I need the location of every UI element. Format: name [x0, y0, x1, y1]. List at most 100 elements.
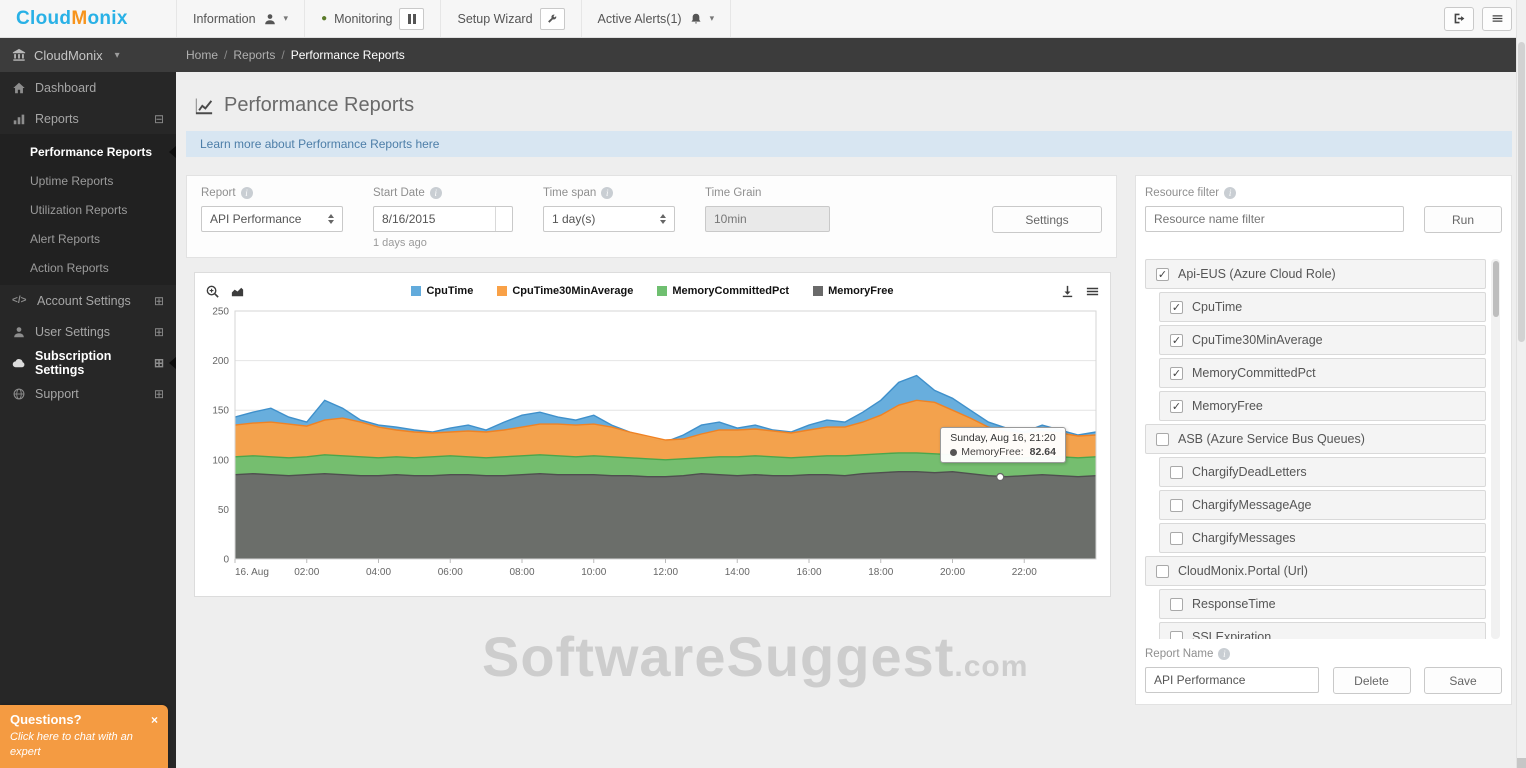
resource-label: MemoryCommittedPct — [1192, 366, 1316, 380]
brand-logo[interactable]: CloudMonix — [0, 0, 176, 38]
checkbox[interactable] — [1170, 301, 1183, 314]
sidebar-item-label: Uptime Reports — [30, 174, 113, 188]
delete-button[interactable]: Delete — [1333, 667, 1411, 694]
breadcrumb-home[interactable]: Home — [186, 48, 218, 62]
resource-row[interactable]: ChargifyMessages — [1159, 523, 1486, 553]
sidebar-item-action-reports[interactable]: Action Reports — [0, 253, 176, 282]
chat-body-text[interactable]: Click here to chat with an expert — [10, 730, 158, 759]
chart-legend: CpuTime CpuTime30MinAverage MemoryCommit… — [245, 285, 1060, 297]
start-date-input[interactable] — [373, 206, 513, 232]
breadcrumb-reports[interactable]: Reports — [233, 48, 275, 62]
svg-text:22:00: 22:00 — [1012, 567, 1037, 578]
sidebar-item-label: Performance Reports — [30, 145, 152, 159]
svg-text:10:00: 10:00 — [581, 567, 606, 578]
time-span-select[interactable]: 1 day(s) — [543, 206, 675, 232]
resource-row[interactable]: ASB (Azure Service Bus Queues) — [1145, 424, 1486, 454]
checkbox[interactable] — [1170, 466, 1183, 479]
sidebar-item-label: Alert Reports — [30, 232, 100, 246]
wizard-button[interactable] — [540, 8, 565, 30]
save-button[interactable]: Save — [1424, 667, 1502, 694]
main-column: Information ▾ ● Monitoring Setup Wizard … — [176, 0, 1526, 768]
bar-chart-icon — [12, 112, 26, 126]
checkbox[interactable] — [1170, 400, 1183, 413]
zoom-icon[interactable] — [205, 284, 220, 299]
expand-icon[interactable]: ⊞ — [154, 294, 164, 308]
menu-information[interactable]: Information ▾ — [176, 0, 305, 37]
resource-row[interactable]: CloudMonix.Portal (Url) — [1145, 556, 1486, 586]
checkbox[interactable] — [1170, 532, 1183, 545]
list-scrollbar-thumb[interactable] — [1493, 261, 1499, 317]
chart-body[interactable]: 05010015020025016. Aug02:0004:0006:0008:… — [201, 303, 1104, 590]
checkbox[interactable] — [1156, 565, 1169, 578]
time-grain-label: Time Grain — [705, 186, 830, 200]
sidebar-item-alert-reports[interactable]: Alert Reports — [0, 224, 176, 253]
menu-setup-wizard[interactable]: Setup Wizard — [441, 0, 581, 37]
checkbox[interactable] — [1156, 433, 1169, 446]
time-grain-input — [705, 206, 830, 232]
page-scrollbar[interactable] — [1516, 0, 1526, 768]
sidebar-item-account-settings[interactable]: </> Account Settings ⊞ — [0, 285, 176, 316]
sidebar-item-utilization-reports[interactable]: Utilization Reports — [0, 195, 176, 224]
page-scrollbar-thumb[interactable] — [1518, 42, 1525, 342]
resource-row[interactable]: CpuTime30MinAverage — [1159, 325, 1486, 355]
checkbox[interactable] — [1170, 334, 1183, 347]
workspace-selector[interactable]: CloudMonix ▾ — [0, 38, 176, 72]
resource-row[interactable]: ChargifyDeadLetters — [1159, 457, 1486, 487]
chat-widget[interactable]: Questions? × Click here to chat with an … — [0, 705, 168, 768]
resource-row[interactable]: Api-EUS (Azure Cloud Role) — [1145, 259, 1486, 289]
sidebar-item-reports[interactable]: Reports ⊟ — [0, 103, 176, 134]
run-button[interactable]: Run — [1424, 206, 1502, 233]
resource-label: ChargifyMessages — [1192, 531, 1296, 545]
legend-item-memoryfree[interactable]: MemoryFree — [813, 285, 893, 297]
resource-filter-input[interactable] — [1145, 206, 1404, 232]
chart-menu-icon[interactable] — [1085, 284, 1100, 299]
report-select-value: API Performance — [210, 212, 301, 226]
report-name-input[interactable] — [1145, 667, 1319, 693]
info-banner[interactable]: Learn more about Performance Reports her… — [186, 131, 1512, 157]
breadcrumb-current: Performance Reports — [291, 48, 405, 62]
checkbox[interactable] — [1170, 499, 1183, 512]
resource-row[interactable]: MemoryCommittedPct — [1159, 358, 1486, 388]
settings-button[interactable]: Settings — [992, 206, 1102, 233]
menu-active-alerts[interactable]: Active Alerts(1) ▾ — [582, 0, 732, 37]
svg-text:02:00: 02:00 — [294, 567, 319, 578]
topbar: Information ▾ ● Monitoring Setup Wizard … — [176, 0, 1526, 38]
info-icon: i — [601, 187, 613, 199]
expand-icon[interactable]: ⊞ — [154, 356, 164, 370]
checkbox[interactable] — [1170, 367, 1183, 380]
menu-monitoring[interactable]: ● Monitoring — [305, 0, 441, 37]
resource-row[interactable]: ResponseTime — [1159, 589, 1486, 619]
legend-item-cputime[interactable]: CpuTime — [411, 285, 473, 297]
collapse-icon[interactable]: ⊟ — [154, 112, 164, 126]
expand-icon[interactable]: ⊞ — [154, 325, 164, 339]
area-chart-icon[interactable] — [230, 284, 245, 299]
report-select[interactable]: API Performance — [201, 206, 343, 232]
app-menu-button[interactable] — [1482, 7, 1512, 31]
resource-row[interactable]: ChargifyMessageAge — [1159, 490, 1486, 520]
sidebar-item-user-settings[interactable]: User Settings ⊞ — [0, 316, 176, 347]
legend-item-cputime30minaverage[interactable]: CpuTime30MinAverage — [497, 285, 633, 297]
resource-row[interactable]: CpuTime — [1159, 292, 1486, 322]
resource-label: MemoryFree — [1192, 399, 1263, 413]
chart-svg: 05010015020025016. Aug02:0004:0006:0008:… — [201, 303, 1102, 585]
checkbox[interactable] — [1156, 268, 1169, 281]
download-icon[interactable] — [1060, 284, 1075, 299]
sidebar-item-subscription-settings[interactable]: Subscription Settings ⊞ — [0, 347, 176, 378]
pause-monitoring-button[interactable] — [399, 8, 424, 30]
sidebar-item-uptime-reports[interactable]: Uptime Reports — [0, 166, 176, 195]
resource-row[interactable]: SSLExpiration — [1159, 622, 1486, 639]
bell-icon — [689, 12, 703, 26]
sidebar-item-performance-reports[interactable]: Performance Reports — [0, 137, 176, 166]
sidebar-item-support[interactable]: Support ⊞ — [0, 378, 176, 409]
bank-icon — [12, 48, 26, 62]
resource-row[interactable]: MemoryFree — [1159, 391, 1486, 421]
expand-icon[interactable]: ⊞ — [154, 387, 164, 401]
checkbox[interactable] — [1170, 631, 1183, 640]
sidebar-item-dashboard[interactable]: Dashboard — [0, 72, 176, 103]
checkbox[interactable] — [1170, 598, 1183, 611]
legend-item-memorycommittedpct[interactable]: MemoryCommittedPct — [657, 285, 789, 297]
close-icon[interactable]: × — [151, 713, 158, 727]
list-scrollbar[interactable] — [1491, 259, 1500, 639]
menu-label: Monitoring — [334, 12, 392, 26]
sign-out-button[interactable] — [1444, 7, 1474, 31]
